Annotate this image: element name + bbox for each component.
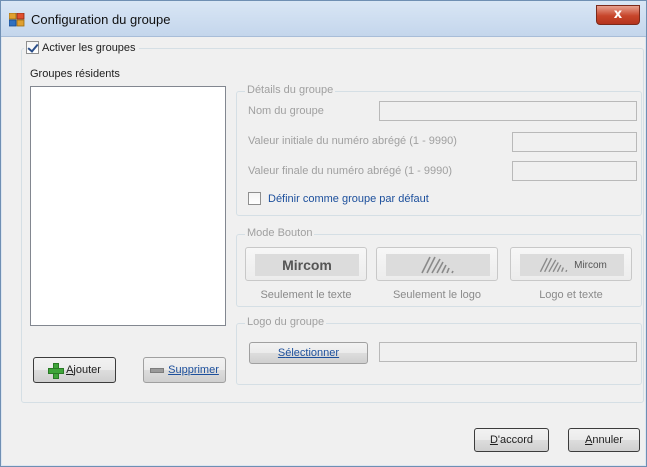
mode-logo-only-preview [386,254,490,276]
group-name-field[interactable] [379,101,637,121]
default-group-row[interactable]: Définir comme groupe par défaut [248,192,429,205]
enable-groups-checkbox[interactable] [26,41,39,54]
mircom-logo-icon [421,256,454,274]
app-icon [9,13,25,27]
select-logo-label: électionner [285,347,340,359]
mode-text-only-caption: Seulement le texte [260,289,352,301]
residents-label: Groupes résidents [30,68,120,80]
enable-groups-row[interactable]: Activer les groupes [24,41,139,55]
final-value-label: Valeur finale du numéro abrégé (1 - 9990… [248,165,453,177]
mode-logo-text-caption: Logo et texte [539,289,603,301]
remove-button[interactable]: Supprimer [143,357,226,383]
mode-text-only-button[interactable]: Mircom [245,247,367,281]
ok-accel: D [489,434,498,446]
details-group-title: Détails du groupe [245,84,336,96]
plus-icon [48,363,65,379]
mode-text-only-preview: Mircom [255,254,359,276]
final-value-field[interactable] [512,161,637,181]
remove-button-label: upprimer [175,364,219,376]
ok-label: 'accord [497,434,534,446]
add-button-label: jouter [73,364,101,376]
group-name-label: Nom du groupe [248,105,324,117]
initial-value-field[interactable] [512,132,637,152]
add-button[interactable]: Ajouter [33,357,116,383]
window-title: Configuration du groupe [31,12,171,27]
default-group-checkbox[interactable] [248,192,261,205]
minus-icon [150,367,165,373]
logo-path-field[interactable] [379,342,637,362]
mode-logo-only-caption: Seulement le logo [392,289,482,301]
enable-groups-label: Activer les groupes [42,41,136,54]
residents-listbox[interactable] [30,86,226,326]
logo-group-title: Logo du groupe [245,316,327,328]
close-icon: x [613,7,623,22]
mode-logo-text-preview: Mircom [520,254,624,276]
cancel-label: nnuler [592,434,623,446]
initial-value-label: Valeur initiale du numéro abrégé (1 - 99… [248,135,457,147]
mode-logo-text-button[interactable]: Mircom [510,247,632,281]
mode-group-title: Mode Bouton [245,227,315,239]
default-group-label: Définir comme groupe par défaut [268,192,429,205]
cancel-button[interactable]: Annuler [568,428,640,452]
mircom-small-text: Mircom [574,259,607,271]
mode-logo-only-button[interactable] [376,247,498,281]
close-button[interactable]: x [596,5,640,25]
title-bar[interactable]: Configuration du groupe x [1,1,646,37]
ok-button[interactable]: D'accord [474,428,549,452]
mircom-text: Mircom [282,257,332,273]
mircom-logo-icon [539,257,568,273]
select-logo-button[interactable]: Sélectionner [249,342,368,364]
